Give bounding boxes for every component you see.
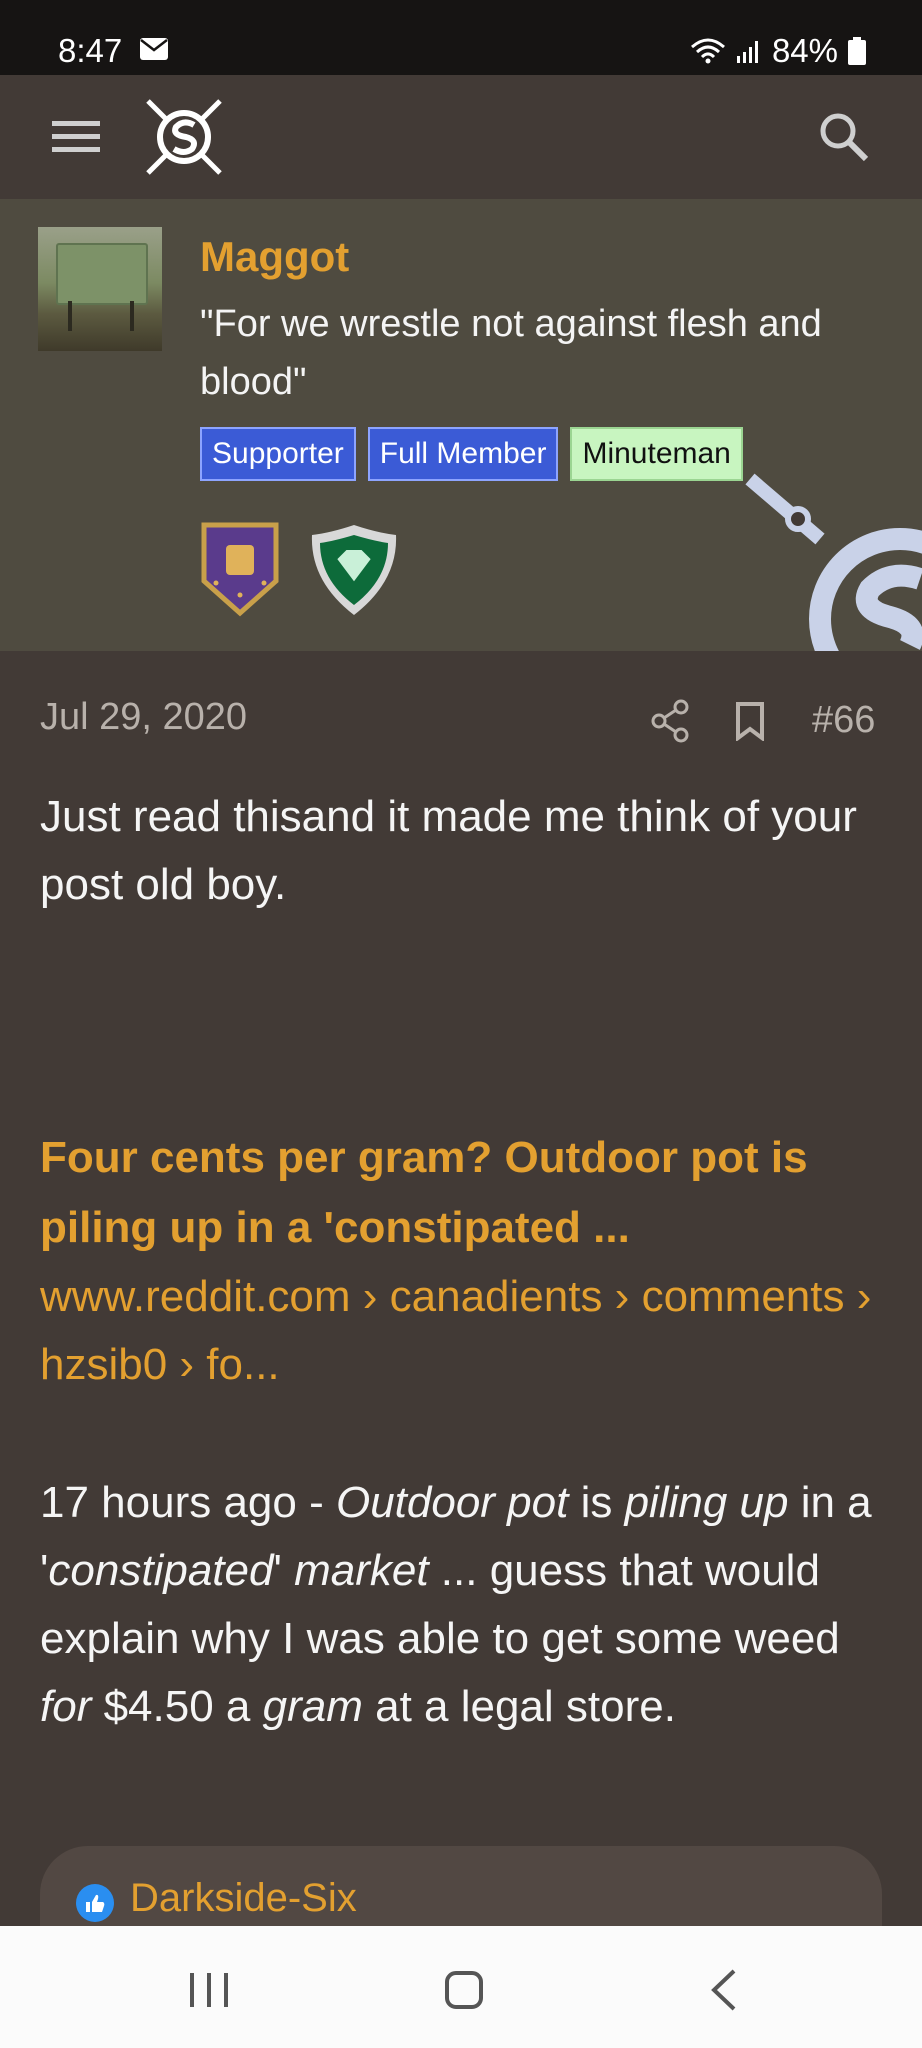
status-bar: 8:47 84% xyxy=(0,0,922,75)
status-time: 8:47 xyxy=(58,32,123,69)
post: Jul 29, 2020 #66 Just read thisand it ma… xyxy=(0,651,922,1966)
armor-trophy-icon[interactable] xyxy=(200,521,280,617)
badge-full-member: Full Member xyxy=(367,427,559,481)
home-icon[interactable] xyxy=(444,1970,484,2010)
signal-icon xyxy=(736,41,758,63)
bookmark-icon[interactable] xyxy=(734,701,766,741)
wifi-icon xyxy=(690,38,725,64)
like-icon xyxy=(76,1884,114,1922)
badge-supporter: Supporter xyxy=(200,427,356,481)
linked-article-url[interactable]: www.reddit.com › canadients › comments ›… xyxy=(40,1263,890,1399)
app-header xyxy=(0,75,922,199)
status-indicators: 84% xyxy=(690,32,866,70)
site-logo[interactable] xyxy=(142,95,226,179)
watermark-logo xyxy=(745,473,922,651)
menu-icon[interactable] xyxy=(52,119,100,155)
post-number[interactable]: #66 xyxy=(812,699,875,742)
mail-icon xyxy=(140,38,168,60)
battery-percent: 84% xyxy=(771,32,838,69)
share-icon[interactable] xyxy=(650,699,690,743)
battery-icon xyxy=(848,37,866,65)
avatar-mine-shape xyxy=(56,243,148,305)
user-title: "For we wrestle not against flesh and bl… xyxy=(200,303,822,403)
recent-apps-icon[interactable] xyxy=(186,1971,232,2009)
user-badges: Supporter Full Member Minuteman xyxy=(200,427,743,481)
post-body: Just read thisand it made me think of yo… xyxy=(40,792,857,909)
linked-article-title[interactable]: Four cents per gram? Outdoor pot is pili… xyxy=(40,1123,890,1263)
user-info-block: Maggot "For we wrestle not against flesh… xyxy=(0,199,922,651)
reaction-user[interactable]: Darkside-Six xyxy=(130,1876,357,1921)
back-icon[interactable] xyxy=(708,1968,738,2012)
diamond-trophy-icon[interactable] xyxy=(306,521,402,619)
username[interactable]: Maggot xyxy=(200,233,349,281)
system-nav-bar xyxy=(0,1926,922,2048)
quoted-snippet: 17 hours ago - Outdoor pot is piling up … xyxy=(40,1478,872,1731)
search-icon[interactable] xyxy=(816,109,872,165)
avatar[interactable] xyxy=(38,227,162,351)
post-date[interactable]: Jul 29, 2020 xyxy=(40,696,247,739)
badge-minuteman: Minuteman xyxy=(570,427,743,481)
